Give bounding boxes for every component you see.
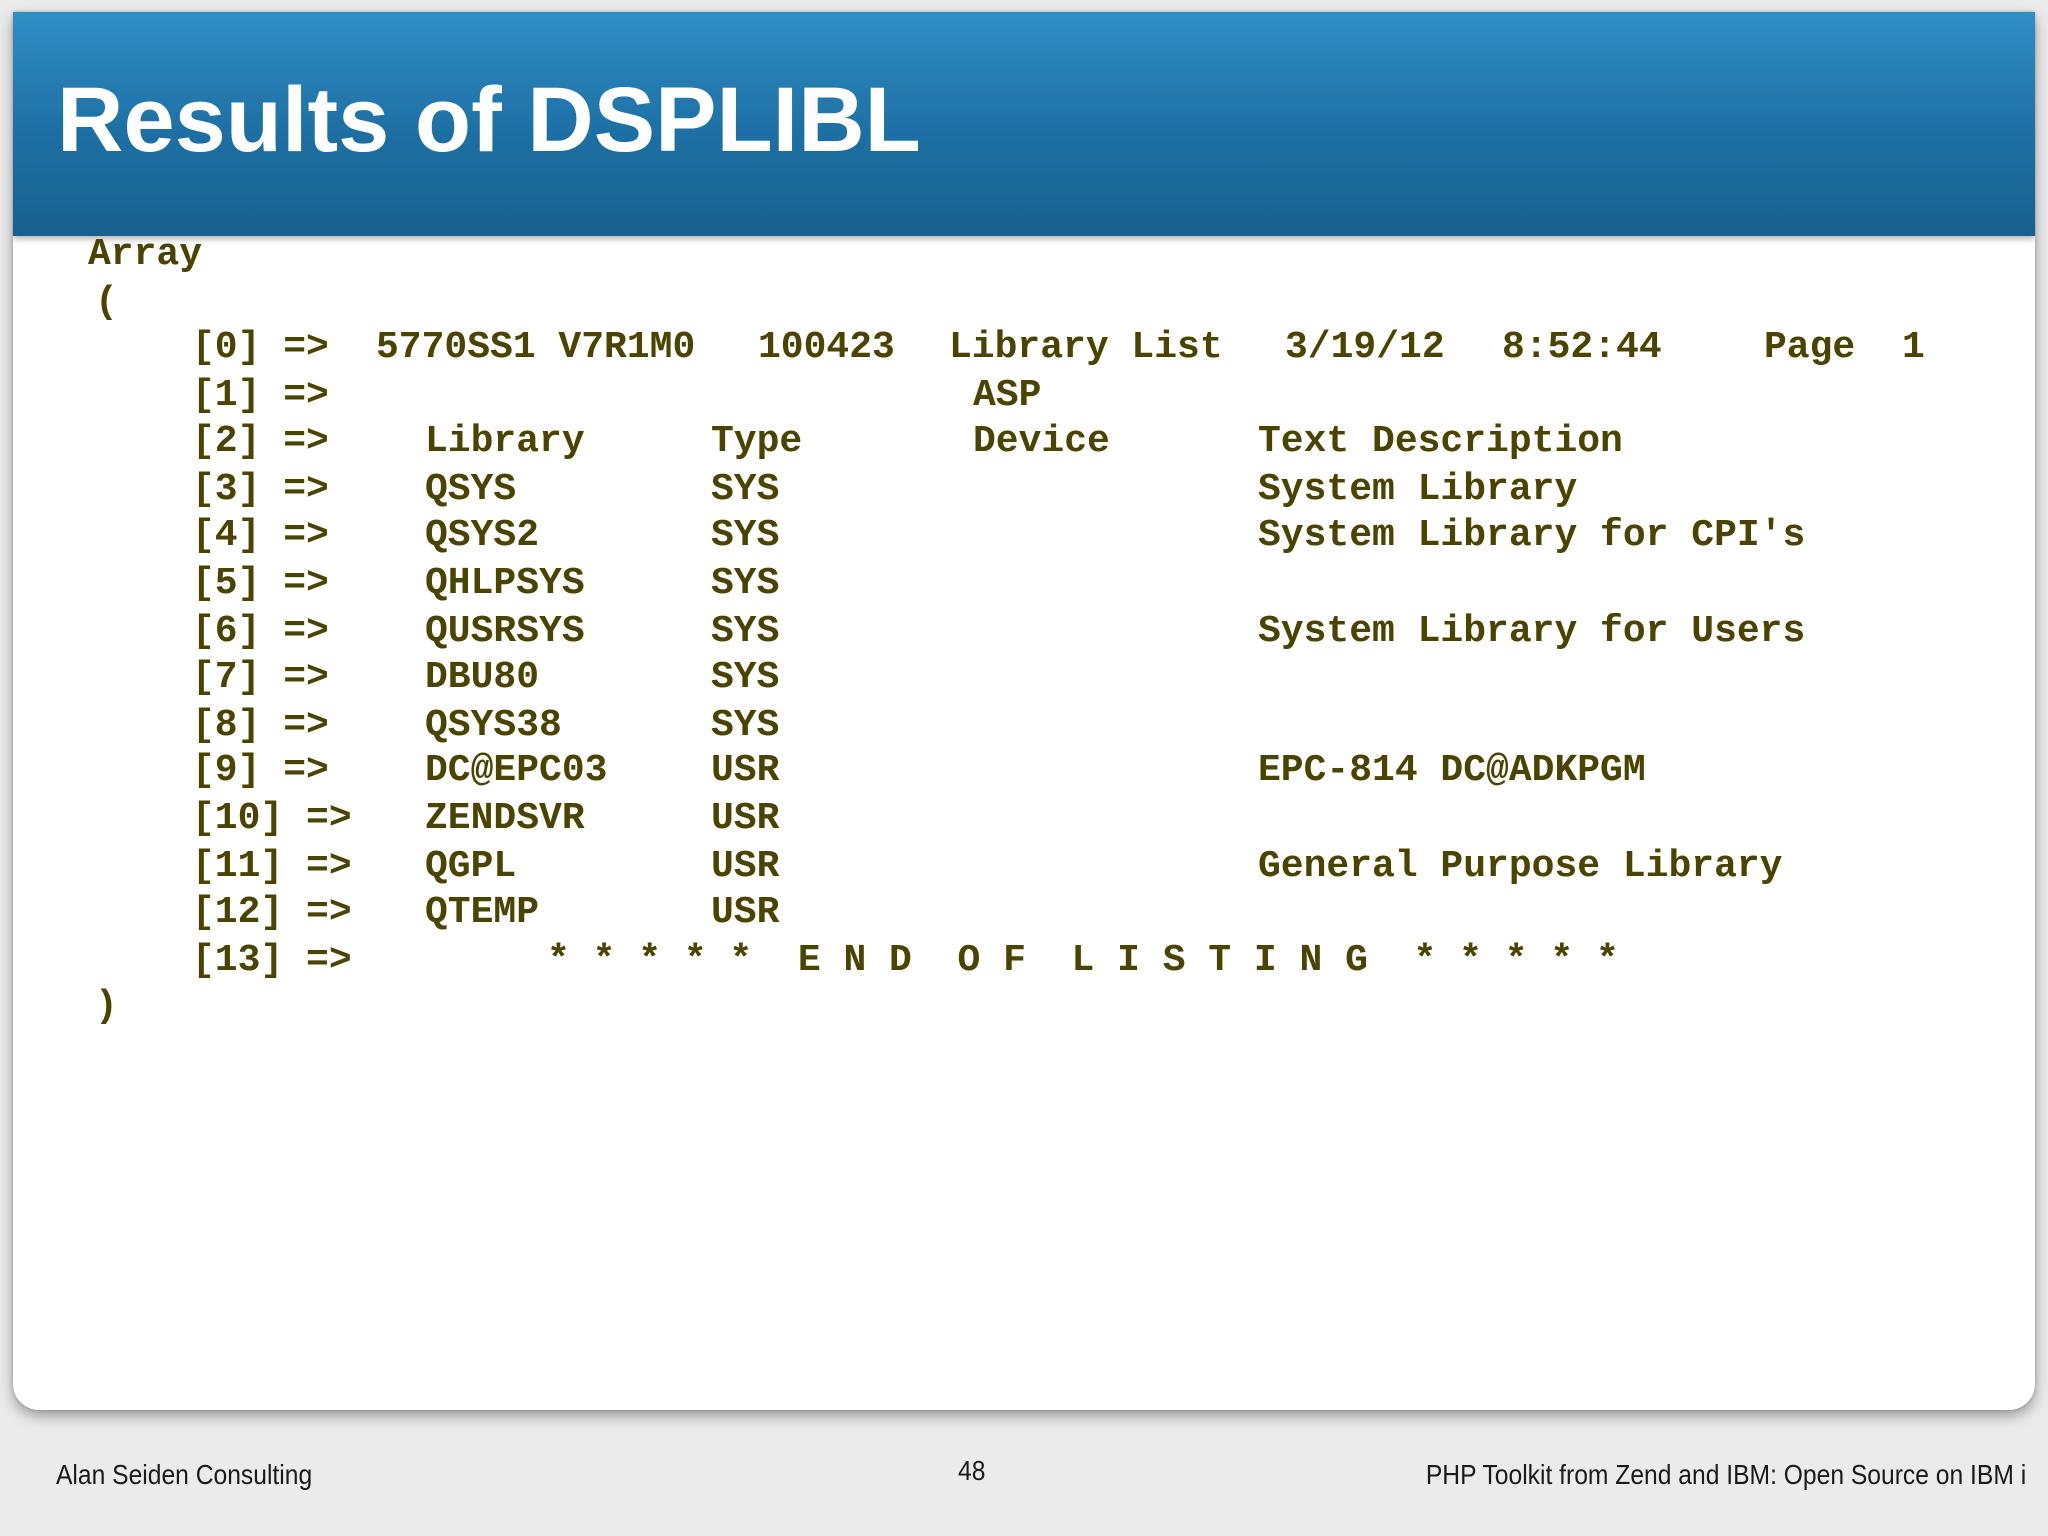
- page-number: 48: [958, 1455, 986, 1486]
- library-type: USR: [711, 749, 780, 792]
- library-type: SYS: [711, 704, 780, 747]
- library-description: System Library: [1258, 468, 1578, 511]
- row-index: [11] =>: [192, 845, 352, 888]
- row-index: [4] =>: [192, 514, 329, 557]
- library-name: QHLPSYS: [425, 562, 585, 605]
- row-index: [6] =>: [192, 610, 329, 653]
- column-library: Library: [425, 420, 585, 463]
- library-description: General Purpose Library: [1258, 845, 1783, 888]
- row-index: [7] =>: [192, 656, 329, 699]
- library-description: System Library for CPI's: [1258, 514, 1806, 557]
- library-name: QSYS: [425, 468, 517, 511]
- library-name: DC@EPC03: [425, 749, 608, 792]
- row-index: [5] =>: [192, 562, 329, 605]
- row-index: [3] =>: [192, 468, 329, 511]
- array-keyword: Array: [88, 233, 203, 276]
- library-name: ZENDSVR: [425, 797, 585, 840]
- row-index: [0] =>: [192, 326, 329, 369]
- library-name: QGPL: [425, 845, 517, 888]
- library-name: QSYS38: [425, 704, 562, 747]
- row-index: [1] =>: [192, 374, 329, 417]
- row-index: [10] =>: [192, 797, 352, 840]
- library-type: SYS: [711, 610, 780, 653]
- row-index: [13] =>: [192, 939, 352, 982]
- library-type: SYS: [711, 468, 780, 511]
- library-type: SYS: [711, 562, 780, 605]
- header-report: Library List: [949, 326, 1223, 369]
- row-index: [2] =>: [192, 420, 329, 463]
- library-name: DBU80: [425, 656, 540, 699]
- library-description: System Library for Users: [1258, 610, 1806, 653]
- column-description: Text Description: [1258, 420, 1623, 463]
- array-paren-close: ): [95, 985, 118, 1028]
- library-name: QTEMP: [425, 891, 540, 934]
- header-page-value: 1: [1902, 326, 1925, 369]
- library-type: USR: [711, 845, 780, 888]
- footer-author: Alan Seiden Consulting: [56, 1459, 313, 1490]
- library-type: USR: [711, 891, 780, 934]
- library-type: SYS: [711, 656, 780, 699]
- header-date: 3/19/12: [1285, 326, 1445, 369]
- row-index: [9] =>: [192, 749, 329, 792]
- column-device: Device: [973, 420, 1110, 463]
- header-page-label: Page: [1764, 326, 1856, 369]
- array-paren-open: (: [95, 281, 118, 324]
- code-output: Array ( [0] => 5770SS1 V7R1M0 100423 Lib…: [13, 12, 2035, 1410]
- row-index: [8] =>: [192, 704, 329, 747]
- header-time: 8:52:44: [1502, 326, 1662, 369]
- library-name: QUSRSYS: [425, 610, 585, 653]
- library-type: SYS: [711, 514, 780, 557]
- library-type: USR: [711, 797, 780, 840]
- library-name: QSYS2: [425, 514, 540, 557]
- end-of-listing: * * * * * E N D O F L I S T I N G * * * …: [547, 939, 1619, 982]
- library-description: EPC-814 DC@ADKPGM: [1258, 749, 1646, 792]
- column-asp: ASP: [973, 374, 1042, 417]
- header-product: 5770SS1 V7R1M0: [376, 326, 696, 369]
- row-index: [12] =>: [192, 891, 352, 934]
- slide: Results of DSPLIBL Array ( [0] => 5770SS…: [13, 12, 2035, 1410]
- column-type: Type: [711, 420, 803, 463]
- footer-presentation-title: PHP Toolkit from Zend and IBM: Open Sour…: [1425, 1459, 2026, 1490]
- header-serial: 100423: [758, 326, 895, 369]
